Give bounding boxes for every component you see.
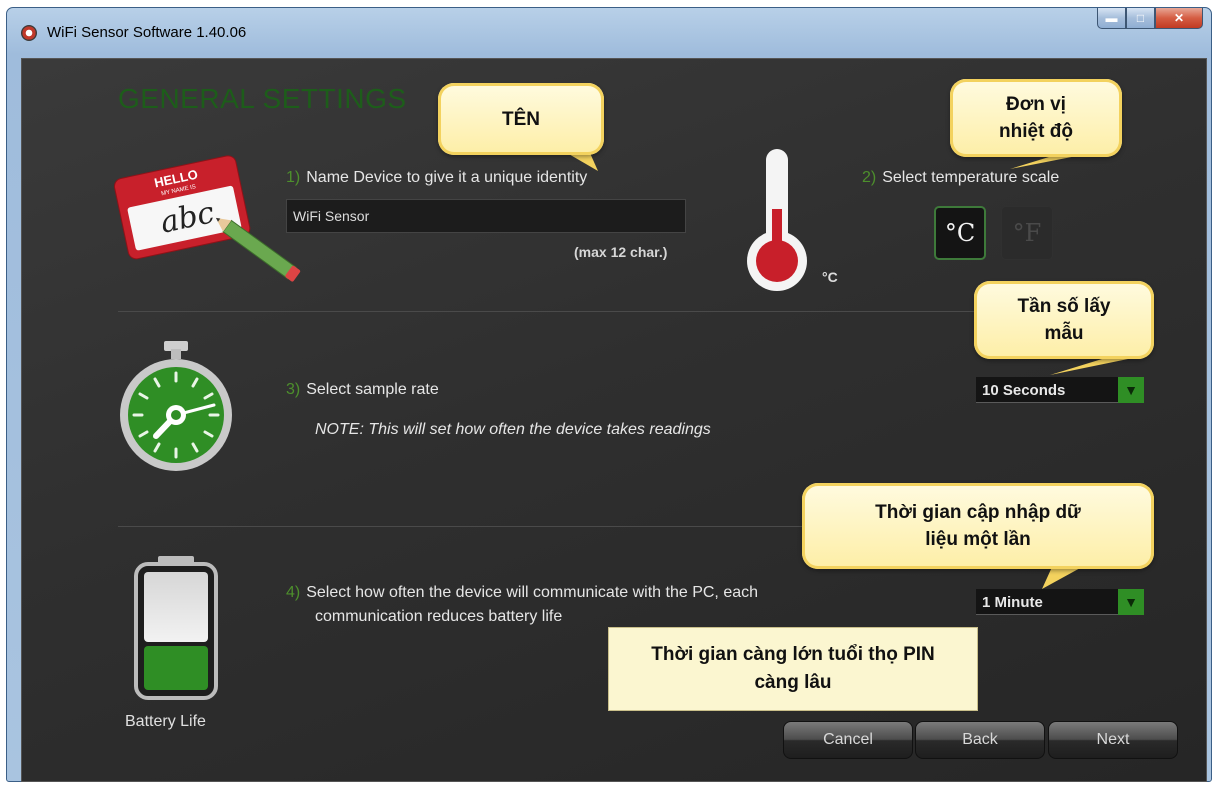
callout-name: TÊN xyxy=(438,83,604,155)
minimize-button[interactable]: ▬ xyxy=(1097,8,1126,29)
maximize-button[interactable]: □ xyxy=(1126,8,1155,29)
close-button[interactable]: ✕ xyxy=(1155,8,1203,29)
app-window: WiFi Sensor Software 1.40.06 ▬ □ ✕ GENER… xyxy=(6,7,1212,782)
settings-panel: GENERAL SETTINGS HELLO MY NAME IS abc 1)… xyxy=(21,58,1207,782)
callout-temperature-unit: Đơn vị nhiệt độ xyxy=(950,79,1122,157)
title-bar[interactable]: WiFi Sensor Software 1.40.06 ▬ □ ✕ xyxy=(7,8,1211,48)
callout-battery-note: Thời gian càng lớn tuổi thọ PIN càng lâu xyxy=(608,627,978,711)
window-controls: ▬ □ ✕ xyxy=(1097,8,1203,29)
app-icon xyxy=(21,25,37,41)
callout-sample-rate: Tần số lấy mẫu xyxy=(974,281,1154,359)
window-title: WiFi Sensor Software 1.40.06 xyxy=(47,24,247,41)
callout-update-time: Thời gian cập nhập dữ liệu một lần xyxy=(802,483,1154,569)
